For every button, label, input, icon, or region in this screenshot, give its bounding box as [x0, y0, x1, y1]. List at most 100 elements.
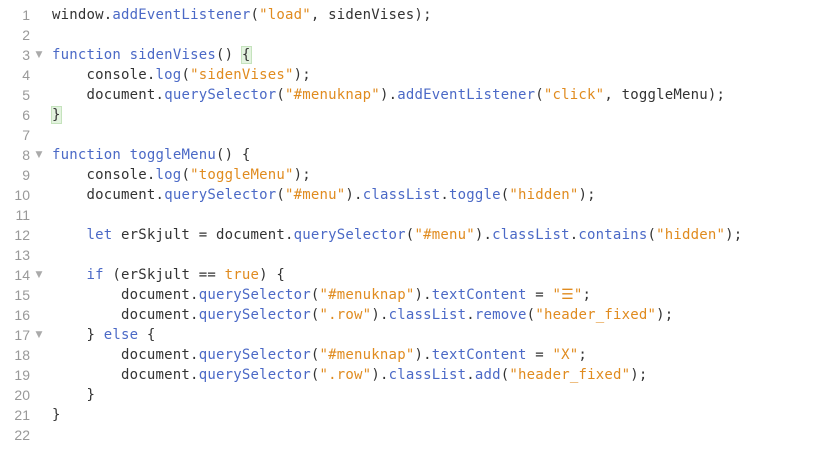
code-text: if (erSkjult == true) {: [52, 265, 285, 285]
line-number: 6: [22, 107, 30, 123]
code-token: ).: [414, 347, 432, 363]
code-line[interactable]: 11: [0, 205, 829, 225]
code-line[interactable]: 12 let erSkjult = document.querySelector…: [0, 225, 829, 245]
code-line[interactable]: 9 console.log("toggleMenu");: [0, 165, 829, 185]
line-number: 9: [22, 167, 30, 183]
code-token: document.: [86, 187, 165, 203]
code-token: =: [526, 287, 553, 303]
fold-arrow-icon[interactable]: ▼: [34, 145, 44, 165]
line-number: 14: [14, 267, 30, 283]
fold-arrow-icon[interactable]: ▼: [34, 325, 44, 345]
code-line[interactable]: 8 ▼ function toggleMenu() {: [0, 145, 829, 165]
code-token: toggleMenu: [129, 147, 216, 163]
code-text: document.querySelector("#menuknap").text…: [52, 345, 587, 365]
code-token: {: [138, 327, 156, 343]
code-line[interactable]: 2: [0, 25, 829, 45]
code-token: log: [155, 67, 182, 83]
matched-bracket: {: [240, 46, 252, 64]
code-token: console.: [86, 67, 156, 83]
code-line[interactable]: 22: [0, 425, 829, 445]
code-token: querySelector: [198, 367, 311, 383]
code-token: "#menuknap": [319, 347, 415, 363]
code-token: ).: [414, 287, 432, 303]
code-token: (: [310, 287, 320, 303]
line-number: 18: [14, 347, 30, 363]
code-token: (: [181, 67, 191, 83]
code-token: () {: [215, 147, 251, 163]
code-line[interactable]: 13: [0, 245, 829, 265]
code-token: (: [276, 87, 286, 103]
code-token: "header_fixed": [509, 367, 631, 383]
code-token: querySelector: [164, 187, 277, 203]
code-token: , toggleMenu);: [604, 87, 726, 103]
line-number: 7: [22, 127, 30, 143]
code-token: document.: [121, 307, 199, 323]
code-token: .: [466, 307, 475, 323]
code-line[interactable]: 7: [0, 125, 829, 145]
code-token: );: [630, 367, 648, 383]
code-token: (: [310, 347, 320, 363]
code-token: }: [86, 327, 104, 343]
code-token: querySelector: [164, 87, 277, 103]
line-number: 19: [14, 367, 30, 383]
code-token: textContent: [431, 347, 527, 363]
code-token: window.: [52, 7, 113, 23]
code-token: (: [310, 307, 320, 323]
code-token: (: [535, 87, 544, 103]
code-line[interactable]: 16 document.querySelector(".row").classL…: [0, 305, 829, 325]
line-number: 12: [14, 227, 30, 243]
code-line[interactable]: 18 document.querySelector("#menuknap").t…: [0, 345, 829, 365]
code-token: "hidden": [509, 187, 579, 203]
code-token: );: [656, 307, 674, 323]
code-line[interactable]: 10 document.querySelector("#menu").class…: [0, 185, 829, 205]
code-token: ".row": [319, 307, 372, 323]
line-number: 8: [22, 147, 30, 163]
code-line[interactable]: 4 console.log("sidenVises");: [0, 65, 829, 85]
code-line[interactable]: 20 }: [0, 385, 829, 405]
code-token: document.: [86, 87, 165, 103]
code-line[interactable]: 14 ▼ if (erSkjult == true) {: [0, 265, 829, 285]
code-line[interactable]: 6}: [0, 105, 829, 125]
code-token: erSkjult = document.: [112, 227, 294, 243]
line-number: 20: [14, 387, 30, 403]
code-text: }: [52, 405, 61, 425]
code-text: document.querySelector(".row").classList…: [52, 365, 648, 385]
code-token: function: [52, 147, 122, 163]
code-line[interactable]: 19 document.querySelector(".row").classL…: [0, 365, 829, 385]
line-number: 15: [14, 287, 30, 303]
code-line[interactable]: 15 document.querySelector("#menuknap").t…: [0, 285, 829, 305]
code-token: ).: [379, 87, 398, 103]
line-number: 21: [14, 407, 30, 423]
code-token: (: [250, 7, 260, 23]
code-token: );: [578, 187, 596, 203]
code-token: true: [224, 267, 260, 283]
code-line[interactable]: 5 document.querySelector("#menuknap").ad…: [0, 85, 829, 105]
line-number: 13: [14, 247, 30, 263]
line-number: 17: [14, 327, 30, 343]
code-token: "#menu": [285, 187, 346, 203]
code-line[interactable]: 1 window.addEventListener("load", sidenVi…: [0, 5, 829, 25]
code-token: "header_fixed": [535, 307, 657, 323]
code-line[interactable]: 3 ▼ function sidenVises() {: [0, 45, 829, 65]
code-token: .: [466, 367, 475, 383]
code-text: function toggleMenu() {: [52, 145, 250, 165]
code-token: "load": [259, 7, 311, 23]
code-token: querySelector: [198, 307, 311, 323]
code-token: classList: [362, 187, 441, 203]
fold-arrow-icon[interactable]: ▼: [34, 265, 44, 285]
code-editor[interactable]: 1 window.addEventListener("load", sidenVi…: [0, 0, 829, 451]
code-line[interactable]: 17 ▼ } else {: [0, 325, 829, 345]
fold-arrow-icon[interactable]: ▼: [34, 45, 44, 65]
code-text: console.log("toggleMenu");: [52, 165, 311, 185]
code-token: addEventListener: [112, 7, 251, 23]
code-line[interactable]: 21}: [0, 405, 829, 425]
code-token: "#menuknap": [319, 287, 415, 303]
line-number: 22: [14, 427, 30, 443]
